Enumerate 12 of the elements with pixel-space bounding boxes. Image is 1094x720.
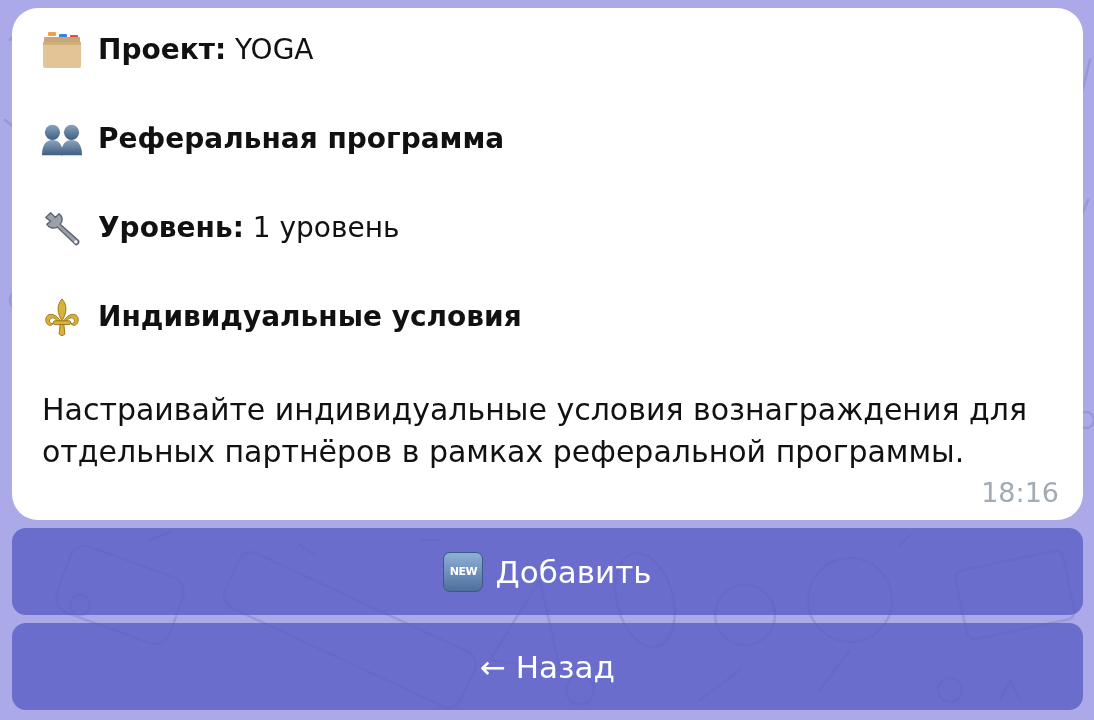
fleur-de-lis-icon [42, 298, 82, 336]
info-line: Уровень: 1 уровень [98, 210, 400, 246]
keyboard-button[interactable]: ← Назад [12, 623, 1083, 710]
file-box-icon [42, 31, 82, 69]
keyboard-button[interactable]: NEW Добавить [12, 528, 1083, 615]
new-badge: NEW [443, 551, 484, 592]
description-text: Настраивайте индивидуальные условия вознаграждения для отдельных партнёров в рамках реферальной программы. [42, 391, 1029, 471]
info-line: Проект: YOGA [98, 32, 314, 68]
message-time: 18:16 [981, 478, 1059, 508]
section-heading: Реферальная программа [98, 121, 505, 157]
section-heading: Индивидуальные условия [98, 299, 522, 335]
wrench-icon [42, 209, 82, 247]
